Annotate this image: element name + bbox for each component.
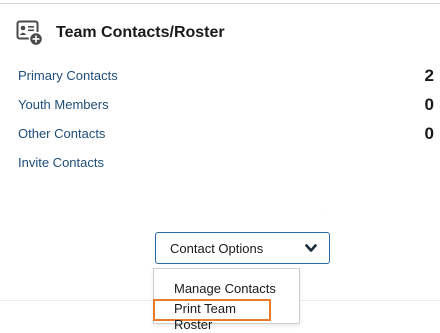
primary-contacts-count: 2 [424, 66, 434, 85]
list-item: Youth Members 0 [18, 95, 438, 126]
primary-contacts-link[interactable]: Primary Contacts [18, 68, 118, 83]
other-contacts-count: 0 [424, 124, 434, 143]
youth-members-count: 0 [424, 95, 434, 114]
menu-item-print-team-roster[interactable]: Print Team Roster [153, 299, 271, 332]
invite-contacts-link[interactable]: Invite Contacts [18, 155, 104, 170]
list-item: Other Contacts 0 [18, 124, 438, 155]
panel-header: Team Contacts/Roster [16, 18, 225, 48]
contact-options-label: Contact Options [170, 240, 264, 256]
divider-dot [322, 213, 323, 214]
contact-options-menu: Manage Contacts Print Team Roster [153, 268, 300, 332]
other-contacts-link[interactable]: Other Contacts [18, 126, 105, 141]
top-divider [0, 3, 440, 4]
contact-card-add-icon [16, 20, 44, 47]
list-item: Primary Contacts 2 [18, 66, 438, 97]
youth-members-link[interactable]: Youth Members [18, 97, 109, 112]
list-item: Invite Contacts [18, 155, 438, 184]
chevron-down-icon [305, 243, 317, 252]
menu-item-manage-contacts[interactable]: Manage Contacts [154, 279, 299, 299]
contacts-list: Primary Contacts 2 Youth Members 0 Other… [18, 66, 438, 184]
panel-title: Team Contacts/Roster [56, 24, 225, 41]
contact-options-dropdown[interactable]: Contact Options [155, 232, 330, 264]
